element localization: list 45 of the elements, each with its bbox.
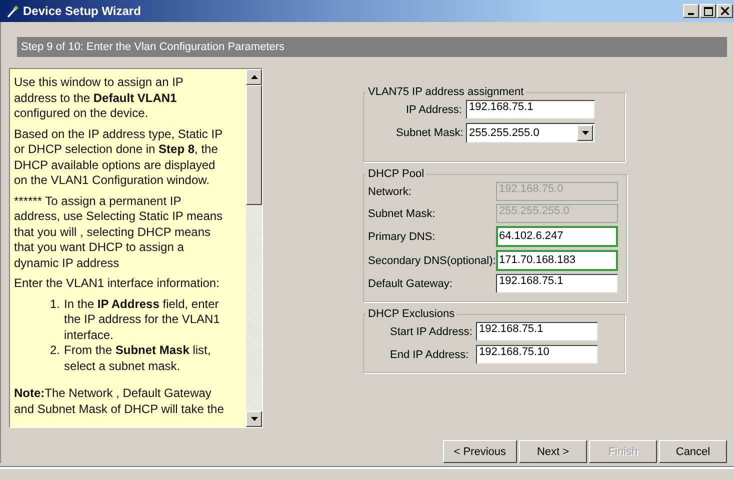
wand-icon bbox=[6, 4, 20, 18]
input-field[interactable]: 192.168.75.1 bbox=[476, 322, 598, 341]
wizard-button[interactable]: < Previous bbox=[442, 440, 517, 463]
minimize-button[interactable] bbox=[683, 4, 699, 18]
list-number: 2. bbox=[50, 343, 60, 359]
group-title: DHCP Pool bbox=[367, 168, 426, 180]
subnet-dropdown[interactable]: 255.255.255.0 bbox=[466, 123, 595, 143]
group-title: VLAN75 IP address assignment bbox=[367, 86, 525, 98]
field-label: Subnet Mask: bbox=[396, 127, 464, 139]
field-label: Primary DNS: bbox=[368, 230, 436, 242]
wizard-button[interactable]: Cancel bbox=[659, 440, 727, 463]
maximize-button[interactable] bbox=[700, 4, 716, 18]
input-field[interactable]: 192.168.75.10 bbox=[476, 345, 598, 364]
wizard-button[interactable]: Next > bbox=[519, 440, 587, 463]
group-title: DHCP Exclusions bbox=[367, 308, 456, 320]
field-label: End IP Address: bbox=[390, 348, 470, 360]
maximize-icon bbox=[704, 6, 712, 16]
input-field[interactable]: 171.70.168.183 bbox=[496, 250, 618, 271]
input-field[interactable]: 192.168.75.1 bbox=[466, 100, 595, 119]
help-paragraph: Note:The Network , Default Gateway and Subnet Mask of DHCP will take the bbox=[14, 386, 225, 417]
field-label: Secondary DNS(optional): bbox=[368, 254, 496, 266]
scroll-down-button[interactable] bbox=[246, 411, 262, 427]
window-title: Device Setup Wizard bbox=[23, 4, 142, 18]
down-arrow-icon bbox=[250, 417, 258, 421]
scrollbar[interactable] bbox=[246, 69, 262, 427]
field-label: Subnet Mask: bbox=[368, 208, 436, 220]
list-item-text: In the IP Address field, enter the IP address for the VLAN1 interface. bbox=[64, 296, 221, 343]
help-paragraph: Based on the IP address type, Static IP or DHCP selection done in Step 8, the DHCP available options are displayed on the VLAN1 Configuration window. bbox=[14, 126, 224, 188]
scroll-thumb[interactable] bbox=[246, 85, 262, 205]
scroll-up-button[interactable] bbox=[246, 69, 262, 85]
input-field[interactable]: 64.102.6.247 bbox=[496, 226, 618, 247]
field-label: Network: bbox=[368, 186, 412, 198]
help-paragraph: ****** To assign a permanent IP address, use Selecting Static IP means that you will , selecting DHCP means that you want DHCP to assign a dynamic IP address bbox=[14, 194, 224, 271]
step-header: Step 9 of 10: Enter the Vlan Configuration Parameters bbox=[17, 37, 727, 57]
input-field[interactable]: 192.168.75.1 bbox=[496, 274, 618, 293]
close-button[interactable] bbox=[717, 4, 733, 18]
help-paragraph: Enter the VLAN1 interface information: bbox=[14, 276, 220, 292]
field-label: IP Address: bbox=[404, 104, 463, 116]
close-icon bbox=[721, 7, 729, 15]
list-number: 1. bbox=[50, 296, 60, 312]
list-item-text: From the Subnet Mask list, select a subnet mask. bbox=[64, 343, 212, 374]
field-label: Start IP Address: bbox=[390, 326, 474, 338]
field-label: Default Gateway: bbox=[368, 278, 454, 290]
up-arrow-icon bbox=[250, 75, 258, 79]
help-paragraph: Use this window to assign an IP address to the Default VLAN1 configured on the device. bbox=[14, 75, 184, 122]
